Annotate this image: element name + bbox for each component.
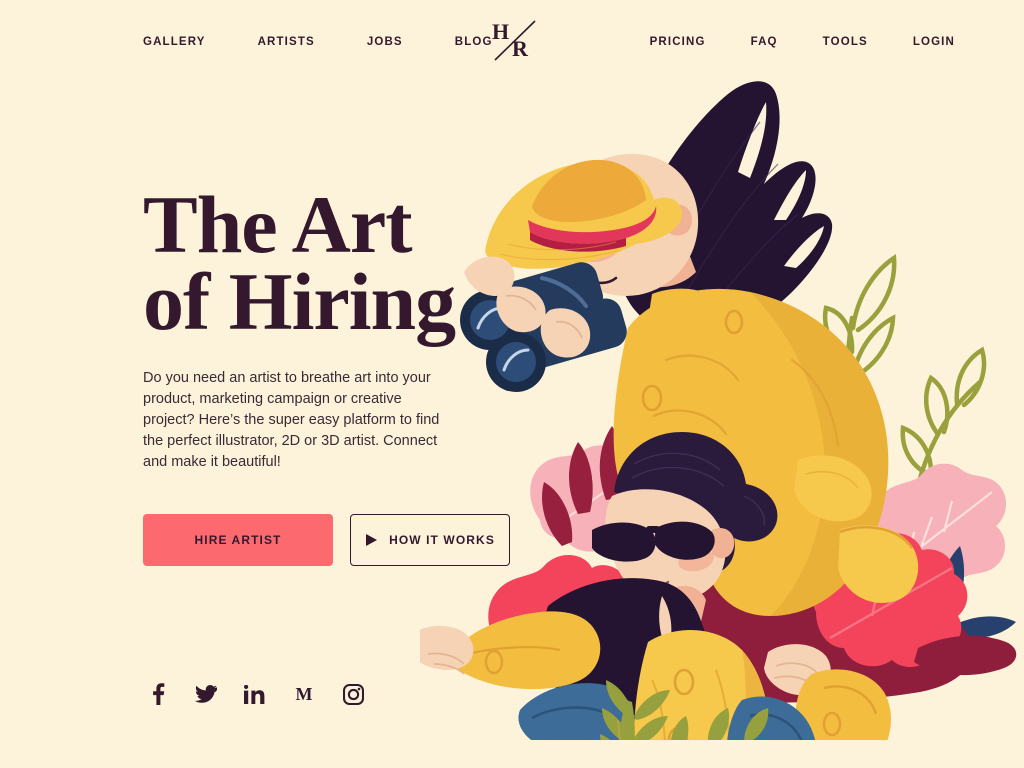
red-leaf-left-veins [519,585,633,669]
olive-fern-right [671,708,769,740]
hero-section: The Art of Hiring Do you need an artist … [143,184,523,567]
man-blush [678,548,714,572]
man-coat-buttons [667,668,695,740]
svg-text:M: M [296,685,313,703]
man-ear [712,527,735,559]
man-hair [614,432,778,574]
man-neck [664,585,706,628]
man-coat-body-shade [742,650,770,740]
nav-link-jobs[interactable]: JOBS [367,36,403,48]
woman-coat-shading [750,292,889,616]
woman-coat-buttons [635,309,744,494]
nav-left-group: GALLERY ARTISTS JOBS BLOG [143,36,545,48]
pink-oak-leaf-right [868,463,1007,585]
nav-link-pricing[interactable]: PRICING [650,36,706,48]
woman-blush [578,233,622,263]
facebook-icon[interactable] [145,682,169,706]
hire-artist-button[interactable]: HIRE ARTIST [143,514,333,567]
man-coat-button-arm [484,649,504,675]
pink-leaf-veins [885,491,993,575]
navy-leaves [890,546,1016,638]
maroon-tail-leaf [914,635,1017,676]
medium-icon[interactable]: M [292,682,316,706]
woman-face [551,153,699,296]
instagram-icon[interactable] [341,682,365,706]
how-it-works-label: HOW IT WORKS [389,533,495,548]
nav-link-login[interactable]: LOGIN [913,36,955,48]
woman-coat-belt [794,455,872,522]
man-denim-sleeve-left [518,683,634,740]
red-oak-leaf-left [488,554,644,688]
woman-collar [648,288,733,351]
nav-link-blog[interactable]: BLOG [455,36,493,48]
woman-ear [666,204,692,236]
social-links: M [145,682,365,706]
landing-page: GALLERY ARTISTS JOBS BLOG PRICING FAQ TO… [0,0,1024,768]
red-oak-leaf-right [810,533,968,667]
woman-neck [618,216,696,288]
man-right-hand [764,644,831,696]
play-icon [365,533,378,547]
man-denim-leg-right [727,696,815,740]
man-coat-body [633,630,770,740]
nav-link-tools[interactable]: TOOLS [823,36,868,48]
maroon-ground-shadow [515,570,973,703]
pink-leaf-left-veins [551,461,649,529]
page-title: The Art of Hiring [143,184,523,348]
nav-link-artists[interactable]: ARTISTS [258,36,315,48]
man-sunglasses [592,521,715,562]
man-coat-right-sleeve [795,669,891,740]
man-shirt [542,578,708,729]
twitter-icon[interactable] [194,682,218,706]
woman-coat [613,288,889,616]
woman-hair [618,81,833,337]
man-face [605,489,726,602]
man-sleeve-button [822,711,842,737]
nav-link-gallery[interactable]: GALLERY [143,36,206,48]
red-leaf-right-veins [829,563,953,640]
nav-right-group: PRICING FAQ TOOLS LOGIN [650,36,955,48]
man-mouth [632,580,670,590]
pink-oak-leaf-left [530,445,664,552]
nav-link-faq[interactable]: FAQ [751,36,778,48]
woman-eye [578,272,618,285]
linkedin-icon[interactable] [243,682,267,706]
main-navigation: GALLERY ARTISTS JOBS BLOG PRICING FAQ TO… [0,0,1024,84]
how-it-works-button[interactable]: HOW IT WORKS [350,514,510,567]
headline-line-2: of Hiring [143,256,456,348]
man-coat-left-arm [451,611,601,690]
olive-sprigs [817,253,897,488]
maroon-petals [542,420,652,546]
olive-sprig-right [900,346,987,493]
woman-chin [539,265,591,312]
cta-button-row: HIRE ARTIST HOW IT WORKS [143,514,523,567]
hero-description: Do you need an artist to breathe art int… [143,370,440,471]
man-pointing-hand [420,625,474,670]
olive-fern-left [600,680,670,740]
woman-coat-pocket [838,525,919,604]
